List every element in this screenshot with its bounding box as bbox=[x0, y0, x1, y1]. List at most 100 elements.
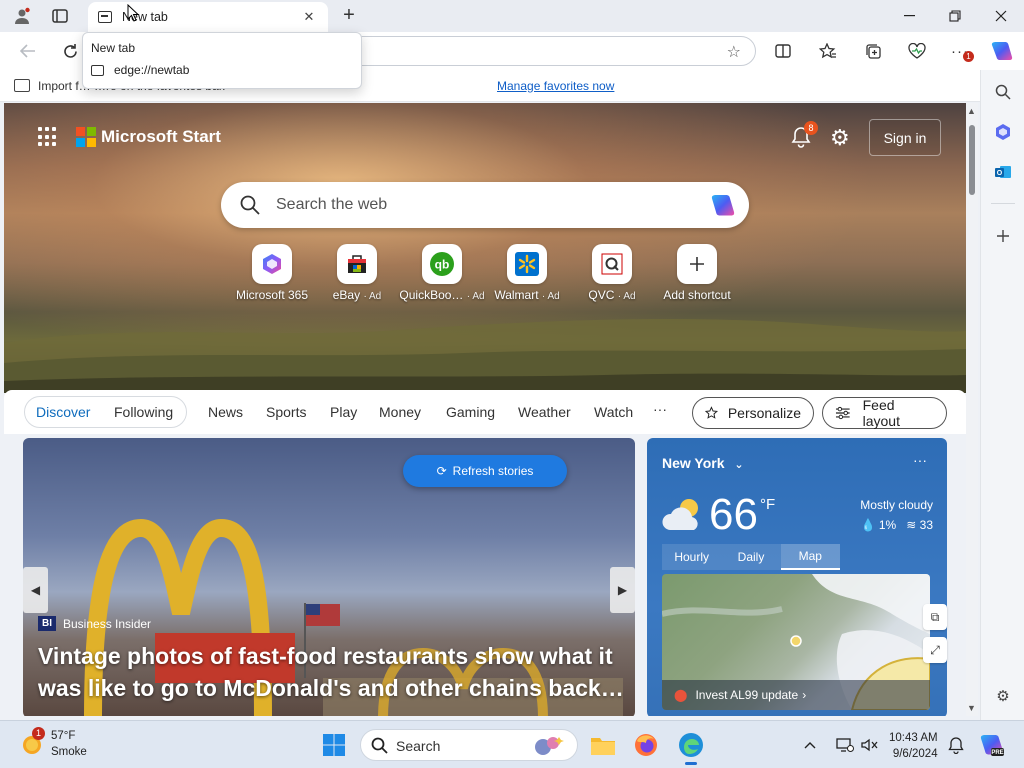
scroll-up-icon[interactable]: ▲ bbox=[967, 106, 976, 116]
weather-tab-map[interactable]: Map bbox=[780, 544, 840, 570]
edge-sidebar: O ⚙ bbox=[980, 70, 1024, 720]
story-headline[interactable]: Vintage photos of fast-food restaurants … bbox=[38, 640, 628, 704]
shortcut-ebay[interactable]: eBay · Ad bbox=[312, 244, 402, 302]
weather-tab-daily[interactable]: Daily bbox=[721, 544, 781, 570]
app-launcher-icon[interactable] bbox=[38, 127, 58, 147]
map-expand-icon[interactable]: ⤢ bbox=[923, 637, 947, 663]
svg-text:PRE: PRE bbox=[991, 750, 1003, 756]
weather-tab-hourly[interactable]: Hourly bbox=[662, 544, 722, 570]
sidebar-add-icon[interactable] bbox=[991, 224, 1015, 248]
story-source[interactable]: BI Business Insider bbox=[38, 616, 151, 631]
show-hidden-icons-chevron-icon[interactable] bbox=[796, 731, 824, 759]
sidebar-microsoft365-icon[interactable] bbox=[991, 120, 1015, 144]
feed-tab-play[interactable]: Play bbox=[330, 404, 357, 420]
weather-location[interactable]: New York ⌄ bbox=[662, 455, 744, 471]
sidebar-settings-gear-icon[interactable]: ⚙ bbox=[991, 684, 1015, 708]
feed-tab-sports[interactable]: Sports bbox=[266, 404, 306, 420]
favorite-star-icon[interactable]: ☆ bbox=[727, 42, 741, 62]
system-clock[interactable]: 10:43 AM 9/6/2024 bbox=[889, 730, 938, 762]
shortcut-qvc[interactable]: QVC · Ad bbox=[567, 244, 657, 302]
firefox-icon[interactable] bbox=[632, 731, 660, 759]
copilot-preview-icon[interactable]: PRE bbox=[978, 731, 1006, 759]
manage-favorites-link[interactable]: Manage favorites now bbox=[497, 79, 614, 93]
taskbar-weather-condition[interactable]: Smoke bbox=[51, 746, 87, 758]
feed-tab-following[interactable]: Following bbox=[114, 404, 173, 420]
scrollbar-thumb[interactable] bbox=[969, 125, 975, 195]
feed-more-icon[interactable]: ··· bbox=[653, 401, 667, 417]
browser-essentials-icon[interactable] bbox=[905, 40, 929, 62]
chevron-down-icon: ⌄ bbox=[734, 459, 744, 471]
ad-label: · Ad bbox=[617, 291, 636, 302]
ad-label: · Ad bbox=[541, 291, 560, 302]
taskbar-search-box[interactable]: Search bbox=[360, 729, 578, 761]
invest-alert[interactable]: ⬤ Invest AL99 update › bbox=[662, 680, 930, 710]
speaker-muted-icon[interactable] bbox=[855, 731, 883, 759]
next-story-arrow-icon[interactable]: ▶ bbox=[610, 567, 635, 613]
weather-radar-map[interactable]: ⬤ Invest AL99 update › bbox=[662, 574, 930, 710]
brand-title[interactable]: Microsoft Start bbox=[101, 127, 221, 147]
previous-story-arrow-icon[interactable]: ◀ bbox=[23, 567, 48, 613]
newtab-favicon bbox=[98, 11, 112, 23]
close-tab-icon[interactable]: ✕ bbox=[300, 9, 318, 25]
shortcut-label: Add shortcut bbox=[663, 288, 731, 302]
refresh-stories-button[interactable]: ⟳ Refresh stories bbox=[403, 455, 567, 487]
settings-more-icon[interactable]: ··· 1 bbox=[948, 40, 974, 62]
page-scrollbar[interactable]: ▲ ▼ bbox=[966, 103, 978, 716]
web-search-box[interactable]: Search the web bbox=[221, 182, 749, 228]
copilot-icon[interactable] bbox=[989, 40, 1015, 62]
shortcut-add[interactable]: Add shortcut bbox=[652, 244, 742, 302]
split-screen-icon[interactable] bbox=[771, 40, 795, 62]
personalize-button[interactable]: Personalize bbox=[692, 397, 814, 429]
search-highlight-icon bbox=[535, 737, 564, 755]
shortcut-quickbooks[interactable]: qb QuickBoo… · Ad bbox=[397, 244, 487, 302]
feed-tab-gaming[interactable]: Gaming bbox=[446, 404, 495, 420]
feed-tab-discover[interactable]: Discover bbox=[36, 404, 90, 420]
minimize-button[interactable] bbox=[886, 0, 932, 32]
search-placeholder: Search the web bbox=[276, 196, 388, 213]
profile-icon[interactable] bbox=[11, 5, 33, 27]
shortcut-walmart[interactable]: Walmart · Ad bbox=[482, 244, 572, 302]
refresh-icon[interactable] bbox=[58, 39, 82, 63]
taskbar-weather-temp[interactable]: 57°F bbox=[51, 730, 75, 742]
feed-layout-label: Feed layout bbox=[862, 397, 900, 429]
page-settings-gear-icon[interactable]: ⚙ bbox=[830, 125, 850, 151]
collections-icon[interactable] bbox=[861, 40, 885, 62]
shortcut-label: Walmart bbox=[494, 288, 539, 302]
sidebar-search-icon[interactable] bbox=[991, 80, 1015, 104]
tab-hover-url: edge://newtab bbox=[114, 63, 190, 77]
sidebar-outlook-icon[interactable]: O bbox=[991, 160, 1015, 184]
sign-in-button[interactable]: Sign in bbox=[869, 119, 941, 156]
story-source-name: Business Insider bbox=[63, 616, 152, 631]
back-arrow-icon[interactable] bbox=[16, 39, 40, 63]
feed-tab-watch[interactable]: Watch bbox=[594, 404, 633, 420]
svg-text:O: O bbox=[997, 170, 1003, 177]
weather-card[interactable]: New York ⌄ ··· 66 °F Mostly cloudy 💧 1% … bbox=[647, 438, 947, 716]
copilot-search-icon[interactable] bbox=[709, 192, 737, 218]
scroll-down-icon[interactable]: ▼ bbox=[967, 703, 976, 713]
feed-tab-money[interactable]: Money bbox=[379, 404, 421, 420]
weather-city: New York bbox=[662, 455, 725, 471]
shortcut-microsoft-365[interactable]: Microsoft 365 bbox=[227, 244, 317, 302]
favorites-icon[interactable] bbox=[816, 40, 840, 62]
edge-icon[interactable] bbox=[677, 731, 705, 765]
restore-button[interactable] bbox=[932, 0, 978, 32]
new-tab-button[interactable]: + bbox=[338, 4, 360, 26]
feed-tab-weather[interactable]: Weather bbox=[518, 404, 571, 420]
shortcut-label: QVC bbox=[588, 288, 615, 302]
weather-more-icon[interactable]: ··· bbox=[913, 452, 927, 468]
quickbooks-icon: qb bbox=[430, 252, 454, 276]
feed-layout-button[interactable]: Feed layout bbox=[822, 397, 947, 429]
file-explorer-icon[interactable] bbox=[589, 731, 617, 759]
close-window-button[interactable] bbox=[978, 0, 1024, 32]
layout-sliders-icon bbox=[835, 406, 850, 420]
top-story-card[interactable]: ⟳ Refresh stories ◀ ▶ BI Business Inside… bbox=[23, 438, 635, 716]
notification-bell-icon[interactable] bbox=[942, 731, 970, 759]
tab-new-tab[interactable]: New tab ✕ bbox=[88, 2, 328, 32]
map-capture-icon[interactable]: ⧉ bbox=[923, 604, 947, 630]
wind-value: 33 bbox=[919, 518, 933, 532]
vertical-tabs-icon[interactable] bbox=[49, 5, 71, 27]
feed-tab-news[interactable]: News bbox=[208, 404, 243, 420]
search-icon bbox=[240, 195, 260, 215]
windows-start-icon[interactable] bbox=[320, 731, 348, 759]
clock-time: 10:43 AM bbox=[889, 732, 938, 744]
